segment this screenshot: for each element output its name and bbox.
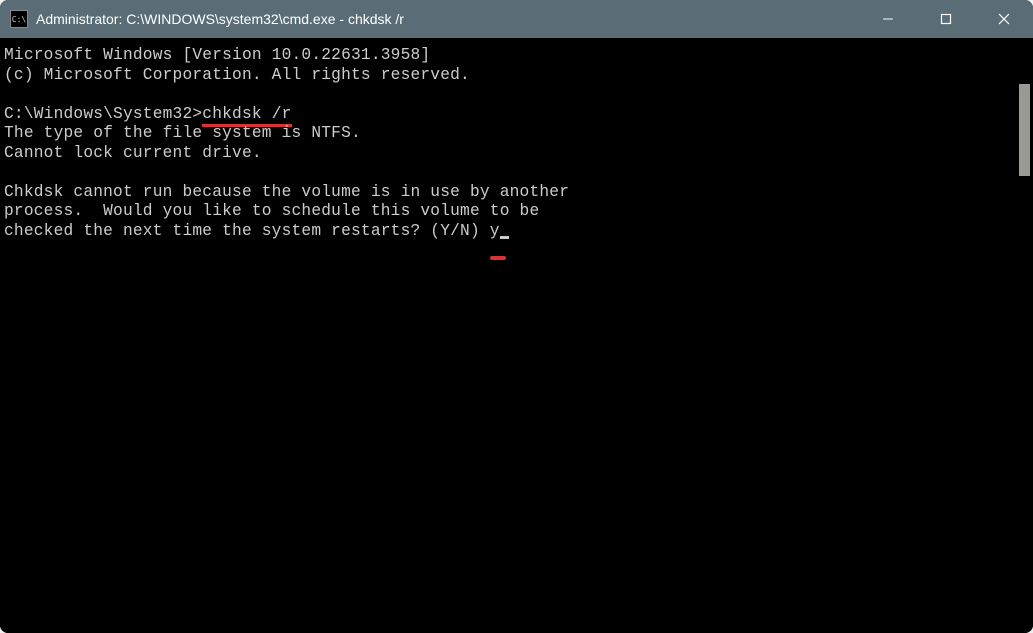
- minimize-button[interactable]: [859, 0, 917, 38]
- cmd-window: C:\ Administrator: C:\WINDOWS\system32\c…: [0, 0, 1033, 633]
- terminal-body[interactable]: Microsoft Windows [Version 10.0.22631.39…: [0, 38, 1033, 633]
- cursor: [500, 236, 509, 239]
- output-line: Chkdsk cannot run because the volume is …: [4, 183, 569, 201]
- minimize-icon: [882, 13, 894, 25]
- user-input: y: [490, 222, 500, 240]
- close-icon: [998, 13, 1010, 25]
- output-line: process. Would you like to schedule this…: [4, 202, 539, 220]
- output-line: Microsoft Windows [Version 10.0.22631.39…: [4, 46, 430, 64]
- output-line: checked the next time the system restart…: [4, 222, 490, 240]
- output-line: The type of the file system is NTFS.: [4, 124, 361, 142]
- window-controls: [859, 0, 1033, 38]
- close-button[interactable]: [975, 0, 1033, 38]
- scrollbar-thumb[interactable]: [1019, 84, 1030, 176]
- output-line: Cannot lock current drive.: [4, 144, 262, 162]
- maximize-button[interactable]: [917, 0, 975, 38]
- titlebar[interactable]: C:\ Administrator: C:\WINDOWS\system32\c…: [0, 0, 1033, 38]
- prompt: C:\Windows\System32>: [4, 105, 202, 123]
- terminal-output: Microsoft Windows [Version 10.0.22631.39…: [4, 46, 1029, 241]
- cmd-icon: C:\: [10, 10, 28, 28]
- maximize-icon: [940, 13, 952, 25]
- window-title: Administrator: C:\WINDOWS\system32\cmd.e…: [36, 11, 859, 27]
- output-line: (c) Microsoft Corporation. All rights re…: [4, 66, 470, 84]
